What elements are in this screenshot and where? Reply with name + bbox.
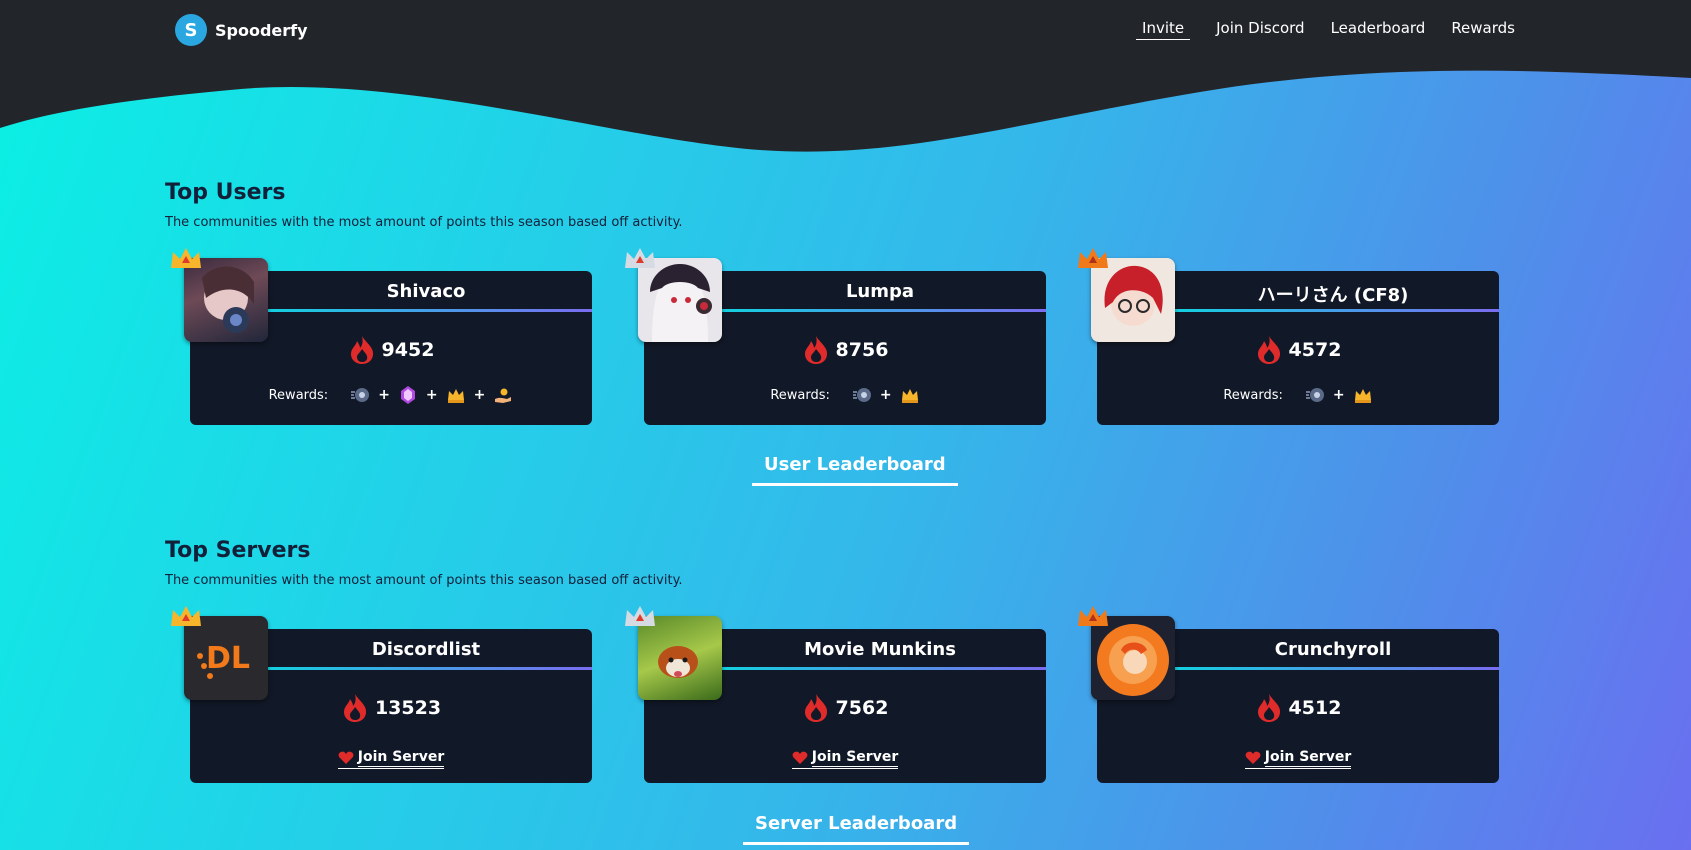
- join-server-label: Join Server: [1264, 749, 1352, 767]
- divider: [1175, 309, 1499, 312]
- divider: [722, 667, 1046, 670]
- divider: [268, 667, 592, 670]
- user-name: ハーリさん (CF8): [1257, 285, 1409, 306]
- rewards-row: Rewards: +: [1097, 385, 1499, 405]
- points-value: 13523: [374, 697, 442, 719]
- rewards-label: Rewards:: [1223, 387, 1283, 403]
- points-value: 7562: [835, 697, 889, 719]
- hand-reward-icon: [495, 388, 512, 403]
- rewards-label: Rewards:: [268, 387, 329, 403]
- join-server-button[interactable]: Join Server: [1244, 749, 1352, 769]
- user-name: Lumpa: [845, 281, 915, 302]
- server-name: Discordlist: [371, 639, 481, 660]
- svg-text:DL: DL: [206, 641, 250, 676]
- nav-rewards[interactable]: Rewards: [1451, 19, 1515, 40]
- flame-icon: [1257, 336, 1280, 364]
- points-value: 4572: [1288, 339, 1342, 361]
- points-value: 4512: [1288, 697, 1342, 719]
- gold-crown-icon: [171, 606, 201, 626]
- brand-name: Spooderfy: [215, 20, 308, 40]
- top-servers-title: Top Servers: [165, 538, 311, 563]
- join-server-label: Join Server: [357, 749, 445, 767]
- heart-icon: [1245, 751, 1261, 764]
- rewards-row: Rewards: + + +: [190, 385, 592, 405]
- join-server-row: Join Server: [1097, 749, 1499, 769]
- divider: [1175, 667, 1499, 670]
- join-server-row: Join Server: [190, 749, 592, 769]
- join-server-label: Join Server: [811, 749, 899, 767]
- points-value: 9452: [381, 339, 435, 361]
- heart-icon: [338, 751, 354, 764]
- points-value: 8756: [835, 339, 889, 361]
- top-users-subtitle: The communities with the most amount of …: [165, 215, 683, 230]
- crown-reward-icon: [1354, 389, 1371, 403]
- join-server-row: Join Server: [644, 749, 1046, 769]
- brand-logo[interactable]: S Spooderfy: [175, 14, 308, 46]
- top-users-title: Top Users: [165, 180, 286, 205]
- main-nav: Invite Join Discord Leaderboard Rewards: [1136, 19, 1515, 40]
- flame-icon: [1257, 694, 1280, 722]
- join-server-button[interactable]: Join Server: [337, 749, 445, 769]
- divider: [268, 309, 592, 312]
- flame-icon: [343, 694, 367, 722]
- flame-icon: [350, 336, 373, 364]
- flame-icon: [804, 694, 827, 722]
- heart-icon: [792, 751, 808, 764]
- join-server-button[interactable]: Join Server: [791, 749, 899, 769]
- nav-join-discord[interactable]: Join Discord: [1216, 19, 1304, 40]
- rewards-row: Rewards: +: [644, 385, 1046, 405]
- crown-reward-icon: [447, 389, 464, 403]
- nav-leaderboard[interactable]: Leaderboard: [1331, 19, 1426, 40]
- silver-crown-icon: [625, 248, 655, 268]
- spooderfy-logo-icon: S: [175, 14, 207, 46]
- turbo-reward-icon: [852, 388, 871, 402]
- server-name: Crunchyroll: [1274, 639, 1392, 660]
- gem-reward-icon: [400, 386, 415, 404]
- server-leaderboard-button[interactable]: Server Leaderboard: [743, 813, 970, 845]
- flame-icon: [804, 336, 827, 364]
- bronze-crown-icon: [1078, 606, 1108, 626]
- svg-text:S: S: [185, 20, 198, 41]
- crown-reward-icon: [901, 389, 918, 403]
- turbo-reward-icon: [351, 388, 370, 402]
- user-leaderboard-button[interactable]: User Leaderboard: [752, 454, 958, 486]
- silver-crown-icon: [625, 606, 655, 626]
- server-name: Movie Munkins: [804, 639, 956, 660]
- nav-invite[interactable]: Invite: [1136, 19, 1191, 40]
- rewards-label: Rewards:: [770, 387, 830, 403]
- divider: [722, 309, 1046, 312]
- gold-crown-icon: [171, 248, 201, 268]
- user-name: Shivaco: [386, 281, 466, 302]
- turbo-reward-icon: [1305, 388, 1324, 402]
- top-servers-subtitle: The communities with the most amount of …: [165, 573, 683, 588]
- bronze-crown-icon: [1078, 248, 1108, 268]
